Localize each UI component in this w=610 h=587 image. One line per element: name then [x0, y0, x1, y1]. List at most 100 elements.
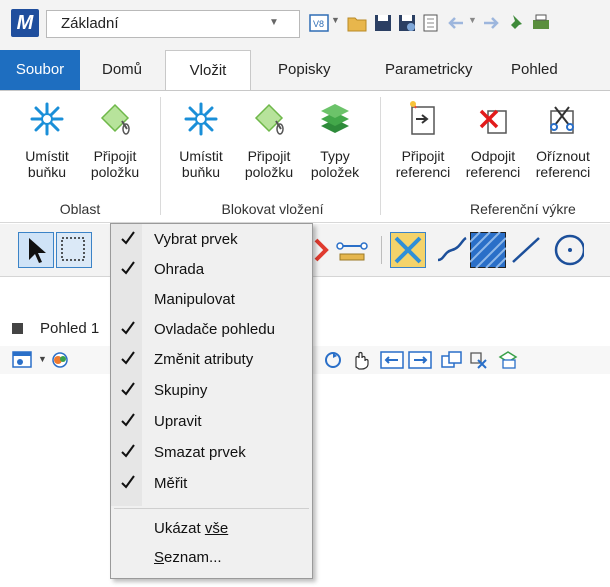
menu-item-modify[interactable]: Upravit	[111, 408, 312, 436]
snowflake-cell-icon	[30, 102, 64, 136]
rotate-view-icon[interactable]	[322, 350, 344, 370]
app-logo[interactable]: M	[11, 9, 39, 37]
workflow-dropdown[interactable]: Základní ▼	[46, 10, 300, 38]
menu-item-label: Ohrada	[154, 261, 205, 278]
clip-reference-button[interactable]: Oříznout referenci	[528, 99, 598, 180]
menu-item-change-attributes[interactable]: Změnit atributy	[111, 346, 312, 374]
place-cell-button[interactable]: Umístit buňku	[166, 99, 236, 180]
menu-item-label: Smazat prvek	[154, 444, 246, 461]
tab-home[interactable]: Domů	[86, 50, 158, 90]
attach-item-area-button[interactable]: Připojit položku	[80, 99, 150, 180]
menu-item-label: Vybrat prvek	[154, 231, 238, 248]
quick-access-toolbar: M Základní ▼ V8 ▼ ▼	[0, 0, 610, 50]
place-line-icon[interactable]	[508, 232, 544, 268]
button-label: Připojit položku	[244, 148, 294, 180]
button-label: Umístit buňku	[25, 148, 69, 180]
menu-item-measure[interactable]: Měřit	[111, 470, 312, 498]
group-label-area: Oblast	[59, 201, 101, 217]
svg-text:V8: V8	[313, 19, 324, 29]
menu-item-delete-element[interactable]: Smazat prvek	[111, 439, 312, 467]
menu-item-label: Ukázat vše	[154, 520, 228, 537]
menu-item-show-all[interactable]: Ukázat vše	[111, 515, 312, 543]
smartline-icon[interactable]	[434, 232, 470, 268]
menu-item-label: Změnit atributy	[154, 351, 254, 368]
checkmark-icon	[121, 382, 135, 396]
next-view-icon[interactable]	[408, 350, 432, 370]
chevron-down-icon[interactable]: ▼	[38, 354, 47, 364]
place-cell-area-button[interactable]: Umístit buňku	[12, 99, 82, 180]
copy-view-icon[interactable]	[440, 350, 464, 370]
menu-item-manipulate[interactable]: Manipulovat	[111, 286, 312, 314]
menu-item-label-text: eznam...	[164, 549, 222, 566]
button-label: Odpojit referenci	[465, 148, 521, 180]
previous-view-icon[interactable]	[380, 350, 404, 370]
checkmark-icon	[121, 413, 135, 427]
checkmark-icon	[121, 351, 135, 365]
menu-item-label: Skupiny	[154, 382, 208, 399]
chevron-down-icon[interactable]: ▼	[468, 15, 477, 25]
ribbon-tabs: Soubor Domů Vložit Popisky Parametricky …	[0, 50, 610, 91]
menu-item-label: Upravit	[154, 413, 202, 430]
print-icon[interactable]	[530, 12, 552, 34]
button-label: Typy položek	[310, 148, 360, 180]
menu-item-fence[interactable]: Ohrada	[111, 256, 312, 284]
select-arrow-icon[interactable]	[18, 232, 54, 268]
clip-reference-icon	[550, 106, 574, 134]
tab-insert[interactable]: Vložit	[165, 50, 251, 91]
compress-icon[interactable]	[420, 12, 442, 34]
menu-item-groups[interactable]: Skupiny	[111, 377, 312, 405]
attach-item-icon	[100, 103, 130, 135]
clip-mask-icon[interactable]	[496, 350, 520, 370]
hatch-pattern-icon[interactable]	[470, 232, 506, 268]
chevron-down-icon: ▼	[269, 17, 279, 28]
tab-file[interactable]: Soubor	[0, 50, 80, 90]
open-folder-icon[interactable]	[346, 12, 368, 34]
menu-separator	[114, 508, 309, 509]
view-attributes-icon[interactable]	[12, 350, 34, 370]
toolbar-divider	[381, 236, 382, 264]
tab-annotate[interactable]: Popisky	[262, 50, 347, 90]
checkmark-icon	[121, 261, 135, 275]
checkmark-icon	[121, 231, 135, 245]
checkmark-icon	[121, 321, 135, 335]
view-window-icon	[12, 323, 23, 334]
save-icon[interactable]	[372, 12, 394, 34]
view-window-title: Pohled 1	[40, 320, 100, 337]
workspace-icon[interactable]: V8	[308, 12, 330, 34]
checkmark-icon	[121, 475, 135, 489]
chevron-down-icon[interactable]: ▼	[331, 15, 340, 25]
item-types-icon	[321, 104, 349, 133]
group-divider	[160, 97, 161, 215]
place-circle-icon[interactable]	[548, 232, 584, 268]
pin-icon[interactable]	[505, 12, 527, 34]
measure-distance-icon[interactable]	[334, 232, 370, 268]
attach-reference-button[interactable]: Připojit referenci	[388, 99, 458, 180]
detach-reference-icon	[479, 109, 507, 134]
menu-item-list[interactable]: Seznam...	[111, 544, 312, 572]
pan-hand-icon[interactable]	[350, 350, 372, 370]
menu-item-accelerator: S	[154, 549, 165, 566]
group-label-references: Referenční výkre	[470, 201, 576, 217]
attach-item-icon	[254, 103, 284, 135]
clip-volume-icon[interactable]	[468, 350, 492, 370]
save-settings-icon[interactable]	[396, 12, 418, 34]
tab-parametric[interactable]: Parametricky	[369, 50, 489, 90]
cancel-x-icon[interactable]	[390, 232, 426, 268]
button-label: Připojit položku	[90, 148, 140, 180]
attach-reference-icon	[410, 101, 435, 135]
menu-item-select-element[interactable]: Vybrat prvek	[111, 226, 312, 254]
detach-reference-button[interactable]: Odpojit referenci	[458, 99, 528, 180]
attach-item-button[interactable]: Připojit položku	[234, 99, 304, 180]
undo-icon[interactable]	[445, 12, 467, 34]
menu-item-label-text: Ukázat	[154, 520, 205, 537]
button-label: Oříznout referenci	[535, 148, 591, 180]
menu-item-label: Manipulovat	[154, 291, 235, 308]
menu-item-view-controls[interactable]: Ovladače pohledu	[111, 316, 312, 344]
toolbox-context-menu: Vybrat prvek Ohrada Manipulovat Ovladače…	[110, 223, 313, 579]
display-style-icon[interactable]	[50, 350, 72, 370]
tab-view[interactable]: Pohled	[495, 50, 574, 90]
fence-icon[interactable]	[56, 232, 92, 268]
menu-item-label: Seznam...	[154, 549, 222, 566]
redo-icon[interactable]	[480, 12, 502, 34]
item-types-button[interactable]: Typy položek	[300, 99, 370, 180]
